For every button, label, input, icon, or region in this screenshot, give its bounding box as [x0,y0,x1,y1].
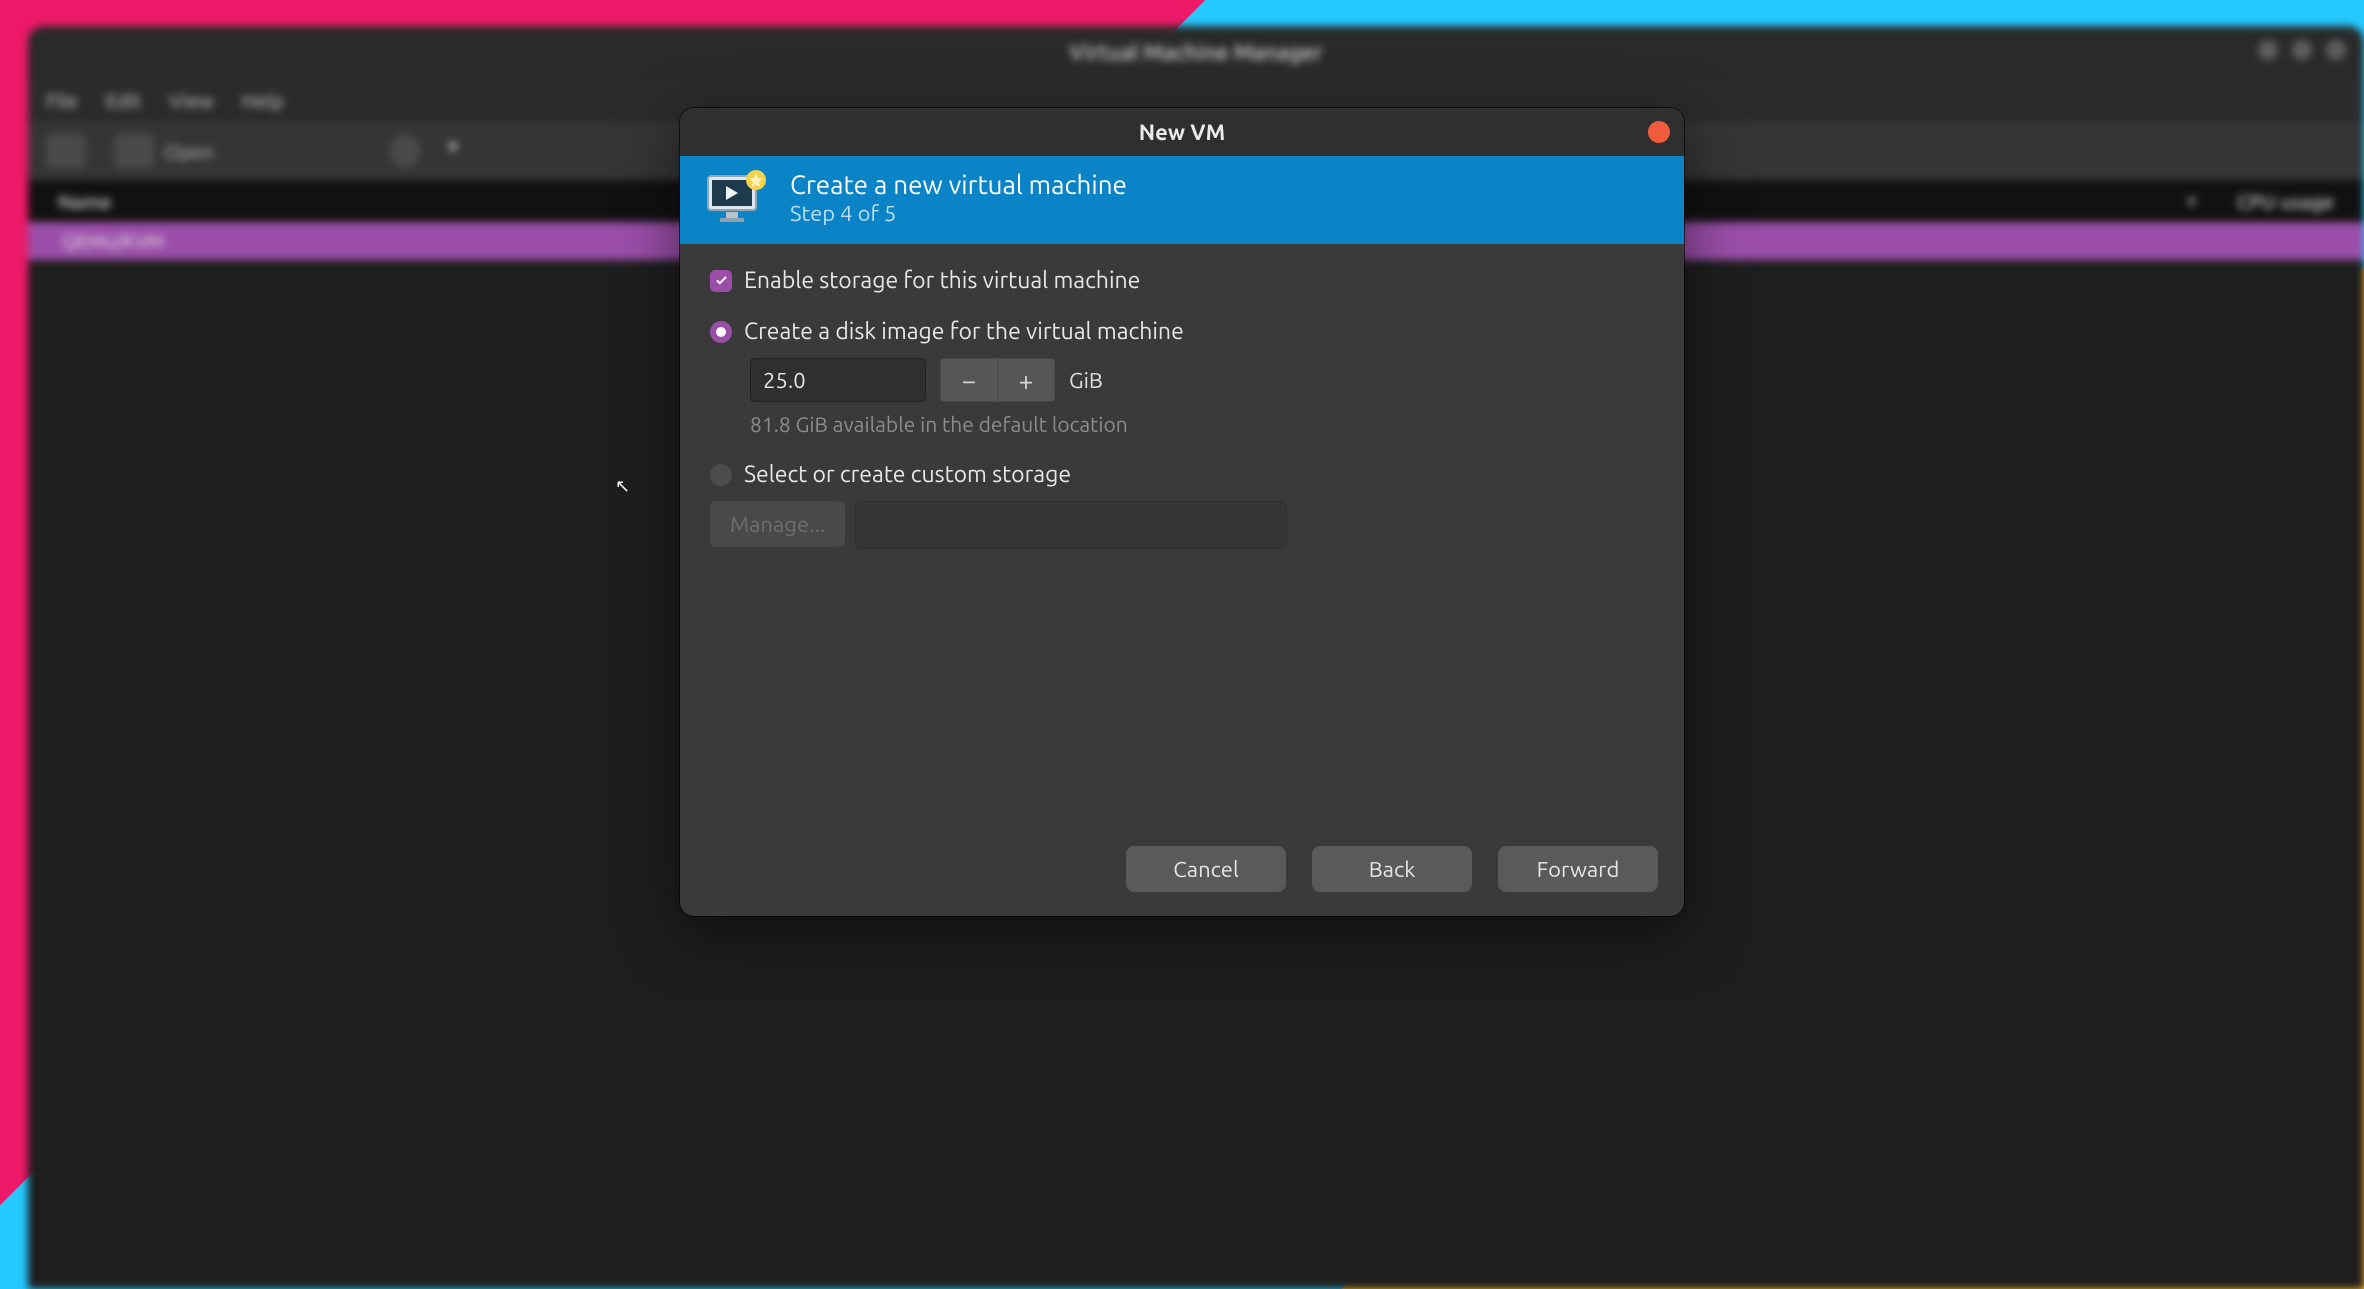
disk-size-row: 25.0 − + GiB [750,358,1654,402]
open-button-label: Open [164,140,214,163]
dialog-button-bar: Cancel Back Forward [680,828,1684,916]
menu-edit[interactable]: Edit [106,89,141,112]
main-window-controls [2258,40,2346,60]
forward-button[interactable]: Forward [1498,846,1658,892]
disk-size-input[interactable]: 25.0 [750,358,926,402]
custom-storage-path-input [855,501,1287,549]
custom-storage-radio[interactable]: Select or create custom storage [710,462,1654,487]
enable-storage-label: Enable storage for this virtual machine [744,268,1140,293]
banner-heading: Create a new virtual machine [790,170,1127,199]
step-up-button[interactable]: + [998,358,1055,402]
dialog-titlebar: New VM [680,108,1684,156]
main-window-title: Virtual Machine Manager [1069,40,1322,65]
create-disk-image-label: Create a disk image for the virtual mach… [744,319,1184,344]
manage-storage-row: Manage... [710,501,1654,549]
maximize-icon[interactable] [2292,40,2312,60]
monitor-icon [114,134,154,168]
column-cpu[interactable]: CPU usage [2237,190,2334,213]
forward-button-label: Forward [1537,857,1620,882]
available-space-hint: 81.8 GiB available in the default locati… [750,412,1654,436]
manage-button: Manage... [710,501,845,547]
new-vm-dialog: New VM Create a new virtual machine Step… [680,108,1684,916]
close-icon[interactable] [1648,121,1670,143]
close-icon[interactable] [2326,40,2346,60]
menu-file[interactable]: File [46,89,78,112]
menu-help[interactable]: Help [242,89,284,112]
minimize-icon[interactable] [2258,40,2278,60]
radio-icon [710,321,732,343]
back-button-label: Back [1369,857,1416,882]
custom-storage-label: Select or create custom storage [744,462,1071,487]
dialog-title: New VM [1139,120,1225,145]
cancel-button-label: Cancel [1173,857,1238,882]
menu-view[interactable]: View [169,89,214,112]
vm-connection-name: QEMU/KVM [62,230,164,252]
enable-storage-checkbox[interactable]: Enable storage for this virtual machine [710,268,1654,293]
open-button[interactable]: Open [114,134,214,168]
step-down-button[interactable]: − [940,358,998,402]
back-button[interactable]: Back [1312,846,1472,892]
column-sort-icon[interactable]: ▾ [2187,189,2197,213]
vm-wizard-icon [704,170,770,226]
disk-size-unit: GiB [1069,368,1103,393]
manage-button-label: Manage... [730,512,825,537]
main-window-titlebar: Virtual Machine Manager [28,26,2364,78]
radio-icon [710,464,732,486]
disk-size-value: 25.0 [763,368,806,393]
dialog-banner: Create a new virtual machine Step 4 of 5 [680,156,1684,244]
dialog-body: Enable storage for this virtual machine … [680,244,1684,828]
new-connection-button[interactable] [46,134,86,168]
banner-step: Step 4 of 5 [790,201,1127,226]
disk-size-stepper: − + [940,358,1055,402]
cancel-button[interactable]: Cancel [1126,846,1286,892]
column-name[interactable]: Name [58,190,112,213]
chevron-down-icon[interactable]: ▾ [448,134,474,168]
checkbox-icon [710,270,732,292]
create-disk-image-radio[interactable]: Create a disk image for the virtual mach… [710,319,1654,344]
power-icon[interactable] [390,134,420,168]
